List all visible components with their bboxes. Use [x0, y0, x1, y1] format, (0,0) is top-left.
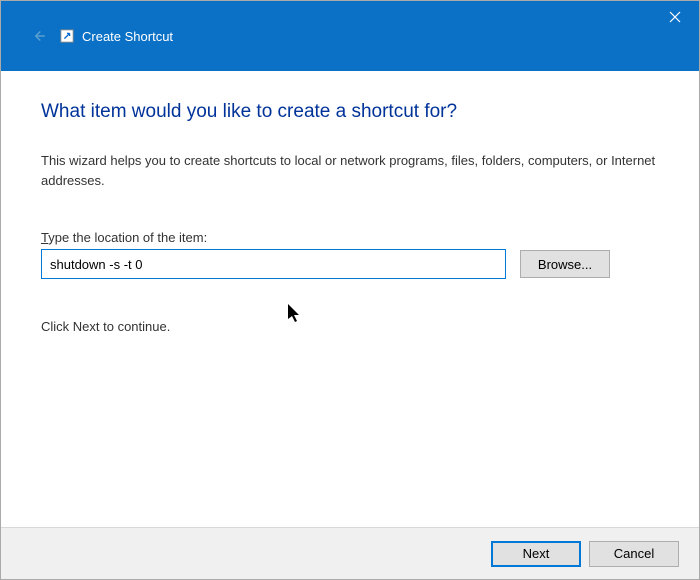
input-row: Browse...: [41, 249, 659, 279]
close-icon: [669, 11, 681, 23]
shortcut-icon: [60, 29, 74, 43]
titlebar: Create Shortcut: [1, 1, 699, 71]
location-input[interactable]: [41, 249, 506, 279]
browse-button[interactable]: Browse...: [520, 250, 610, 278]
close-button[interactable]: [651, 1, 699, 33]
content-area: What item would you like to create a sho…: [1, 71, 699, 527]
continue-text: Click Next to continue.: [41, 319, 659, 334]
footer: Next Cancel: [1, 527, 699, 579]
cancel-button[interactable]: Cancel: [589, 541, 679, 567]
next-button[interactable]: Next: [491, 541, 581, 567]
wizard-heading: What item would you like to create a sho…: [41, 101, 659, 123]
window-title: Create Shortcut: [82, 29, 173, 44]
back-arrow-icon: [26, 24, 50, 48]
wizard-description: This wizard helps you to create shortcut…: [41, 151, 659, 190]
wizard-window: Create Shortcut What item would you like…: [0, 0, 700, 580]
location-label: Type the location of the item:: [41, 230, 659, 245]
